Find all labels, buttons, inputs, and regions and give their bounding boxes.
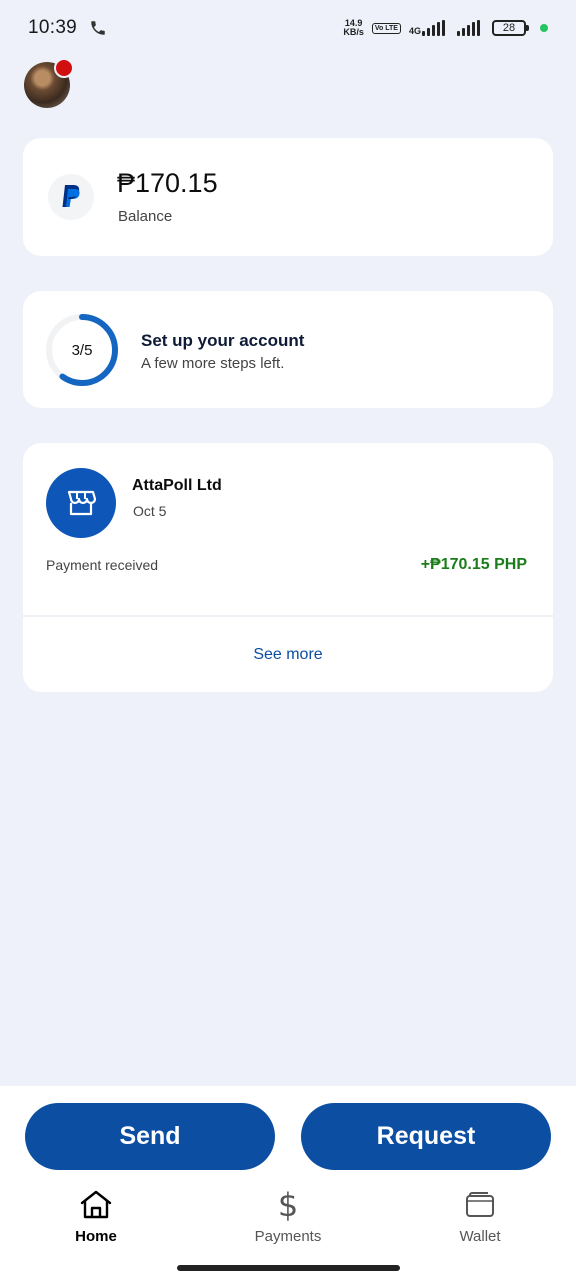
signal-bars-icon xyxy=(422,20,445,36)
setup-progress-text: 3/5 xyxy=(71,341,93,359)
recent-activity-card: AttaPoll Ltd Oct 5 Payment received +₱17… xyxy=(23,443,553,692)
status-right: 14.9 KB/s Vo LTE 4G 28 xyxy=(343,19,548,37)
see-more-link[interactable]: See more xyxy=(23,617,553,692)
network-type: 4G xyxy=(408,26,421,36)
request-button[interactable]: Request xyxy=(301,1103,551,1170)
tab-wallet[interactable]: Wallet xyxy=(420,1188,540,1250)
transaction-status: Payment received xyxy=(46,557,159,573)
transaction-amount: +₱170.15 PHP xyxy=(420,556,527,573)
setup-title: Set up your account xyxy=(141,331,305,350)
balance-label: Balance xyxy=(118,208,173,225)
privacy-indicator-dot xyxy=(540,24,548,32)
status-time: 10:39 xyxy=(28,17,78,38)
dollar-icon: $ xyxy=(277,1186,299,1224)
profile-avatar[interactable] xyxy=(24,58,74,108)
signal-bars-icon xyxy=(457,20,480,36)
balance-card[interactable]: ₱170.15 Balance xyxy=(23,138,553,256)
tab-home[interactable]: Home xyxy=(36,1188,156,1250)
status-left: 10:39 xyxy=(28,17,107,39)
battery-icon: 28 xyxy=(492,20,529,36)
tab-home-label: Home xyxy=(75,1228,117,1245)
status-bar: 10:39 14.9 KB/s Vo LTE 4G 28 xyxy=(0,0,576,56)
home-icon xyxy=(78,1188,114,1222)
tab-payments-label: Payments xyxy=(254,1228,322,1245)
setup-subtitle: A few more steps left. xyxy=(141,355,285,372)
transaction-row[interactable]: AttaPoll Ltd Oct 5 Payment received +₱17… xyxy=(23,443,553,615)
send-button[interactable]: Send xyxy=(25,1103,275,1170)
phone-icon xyxy=(89,19,107,37)
net-speed: 14.9 KB/s xyxy=(343,19,364,37)
notification-badge xyxy=(54,58,74,78)
wallet-icon xyxy=(462,1188,498,1222)
store-icon xyxy=(46,468,116,538)
account-setup-card[interactable]: 3/5 Set up your account A few more steps… xyxy=(23,291,553,408)
volte-badge: Vo LTE xyxy=(371,22,401,34)
cell-signal-1: 4G xyxy=(409,20,445,36)
transaction-date: Oct 5 xyxy=(133,503,167,519)
paypal-logo-icon xyxy=(48,174,94,220)
balance-amount: ₱170.15 xyxy=(117,168,218,198)
tab-wallet-label: Wallet xyxy=(459,1228,501,1245)
merchant-name: AttaPoll Ltd xyxy=(132,477,222,494)
net-speed-unit: KB/s xyxy=(343,27,364,37)
gesture-home-indicator[interactable] xyxy=(177,1265,400,1271)
tab-payments[interactable]: $ Payments xyxy=(228,1188,348,1250)
